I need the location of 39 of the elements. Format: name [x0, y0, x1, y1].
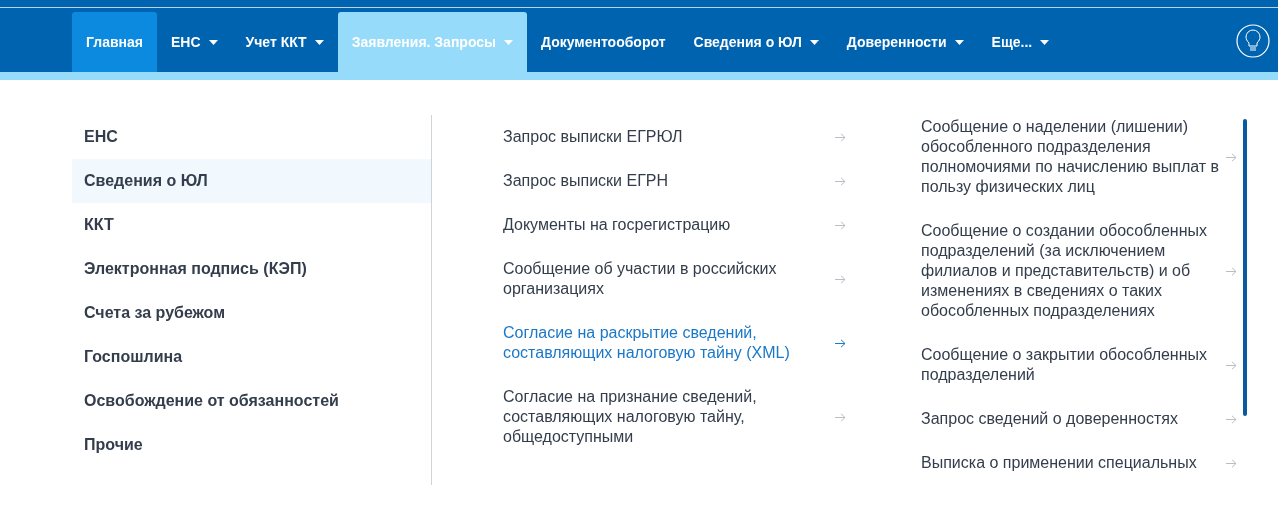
category-item[interactable]: Сведения о ЮЛ — [72, 159, 431, 203]
scrollbar[interactable] — [1243, 119, 1247, 416]
menu-link[interactable]: Сообщение об участии в российских организациях — [503, 247, 848, 311]
category-item[interactable]: Освобождение от обязанностей — [72, 379, 431, 423]
nav-tab[interactable]: Главная — [72, 12, 157, 72]
menu-link[interactable]: Запрос сведений о доверенностях — [921, 397, 1237, 441]
category-item[interactable]: ККТ — [72, 203, 431, 247]
arrow-right-icon — [835, 132, 846, 142]
arrow-right-icon — [835, 338, 846, 348]
menu-link[interactable]: Сообщение о закрытии обособленных подразделений — [921, 333, 1237, 397]
menu-link[interactable]: Запрос выписки ЕГРЮЛ — [503, 115, 848, 159]
arrow-right-icon — [835, 274, 846, 284]
menu-link[interactable]: Сообщение о наделении (лишении) обособленного подразделения полномочиями по начислению выплат в пользу физических лиц — [921, 105, 1237, 209]
menu-link[interactable]: Запрос выписки ЕГРН — [503, 159, 848, 203]
menu-link[interactable]: Сообщение о создании обособленных подразделений (за исключением филиалов и представительств) и об изменениях в сведениях о таких обособленных подразделениях — [921, 209, 1237, 333]
nav-tab[interactable]: Доверенности — [832, 12, 978, 72]
arrow-right-icon — [1226, 458, 1237, 468]
nav-tab[interactable]: Сведения о ЮЛ — [679, 12, 833, 72]
menu-link[interactable]: Согласие на раскрытие сведений, составляющих налоговую тайну (XML) — [503, 311, 848, 375]
menu-link[interactable]: Согласие на признание сведений, составляющих налоговую тайну, общедоступными — [503, 375, 848, 459]
arrow-right-icon — [835, 176, 846, 186]
category-item[interactable]: Госпошлина — [72, 335, 431, 379]
arrow-right-icon — [1226, 414, 1237, 424]
category-item[interactable]: ЕНС — [72, 115, 431, 159]
category-item[interactable]: Электронная подпись (КЭП) — [72, 247, 431, 291]
lightbulb-icon[interactable] — [1236, 24, 1270, 58]
arrow-right-icon — [835, 412, 846, 422]
menu-link[interactable]: Выписка о применении специальных — [921, 441, 1237, 485]
arrow-right-icon — [1226, 360, 1237, 370]
nav-tab[interactable]: Учет ККТ — [231, 12, 338, 72]
category-item[interactable]: Прочие — [72, 423, 431, 467]
arrow-right-icon — [835, 220, 846, 230]
arrow-right-icon — [1226, 152, 1237, 162]
nav-tab[interactable]: Документооборот — [527, 12, 680, 72]
menu-link[interactable]: Документы на госрегистрацию — [503, 203, 848, 247]
nav-tab[interactable]: Еще... — [977, 12, 1064, 72]
nav-tab[interactable]: ЕНС — [156, 12, 232, 72]
category-item[interactable]: Счета за рубежом — [72, 291, 431, 335]
arrow-right-icon — [1226, 266, 1237, 276]
